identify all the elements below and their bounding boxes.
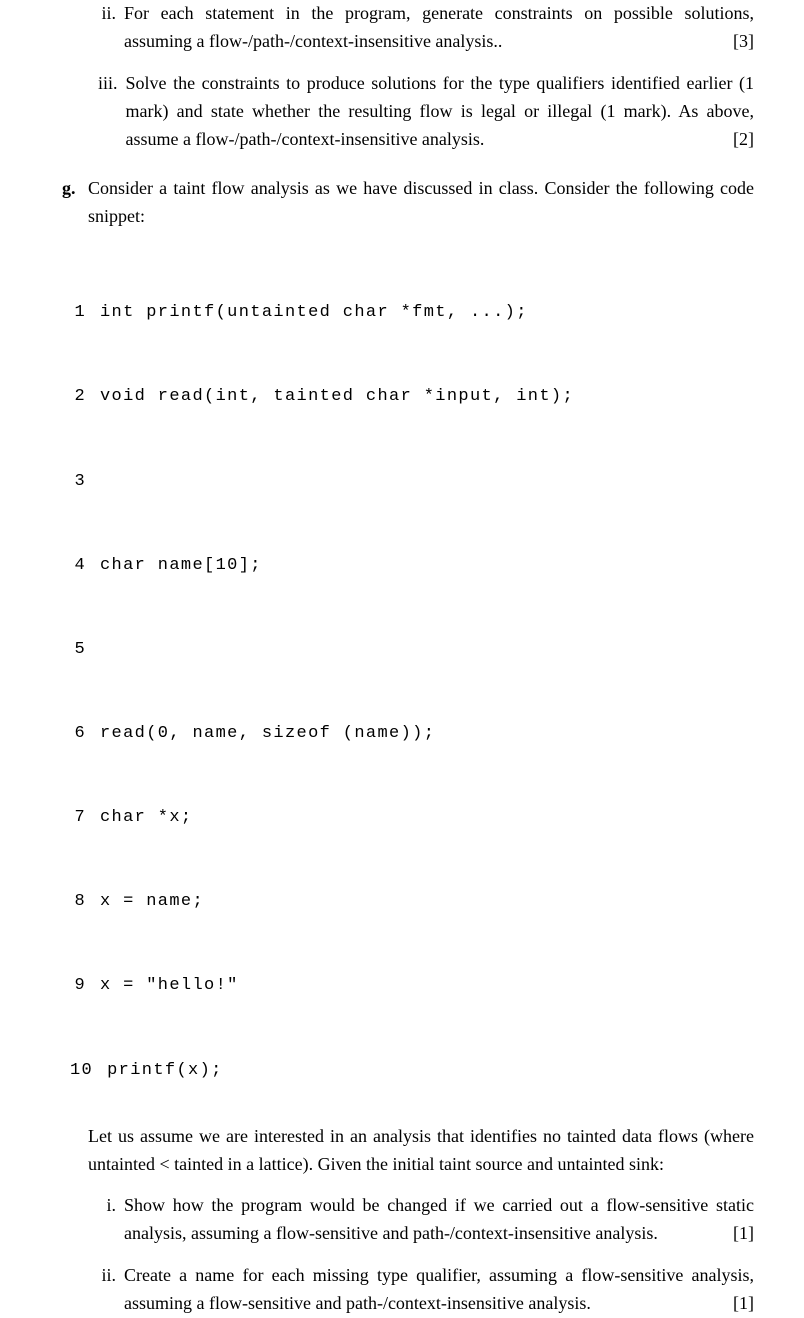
code-text: int printf(untainted char *fmt, ...); xyxy=(100,299,528,327)
item-iii-text: Solve the constraints to produce solutio… xyxy=(126,73,754,149)
code-text: printf(x); xyxy=(107,1057,223,1085)
item-g-intro: Consider a taint flow analysis as we hav… xyxy=(88,175,754,231)
item-g-intro-text: Consider a taint flow analysis as we hav… xyxy=(88,178,754,226)
code-line: 5 xyxy=(70,636,754,664)
item-g-i: i. Show how the program would be changed… xyxy=(98,1192,754,1248)
code-lineno: 4 xyxy=(70,552,100,580)
item-g-after: Let us assume we are interested in an an… xyxy=(88,1123,754,1179)
code-line: 2void read(int, tainted char *input, int… xyxy=(70,383,754,411)
item-ii: ii. For each statement in the program, g… xyxy=(98,0,754,56)
item-ii-content: For each statement in the program, gener… xyxy=(124,0,754,56)
item-g-ii-text: Create a name for each missing type qual… xyxy=(124,1265,754,1313)
code-lineno: 8 xyxy=(70,888,100,916)
item-g: g. Consider a taint flow analysis as we … xyxy=(62,175,754,231)
item-g-i-content: Show how the program would be changed if… xyxy=(124,1192,754,1248)
item-ii-text: For each statement in the program, gener… xyxy=(124,3,754,51)
item-iii-content: Solve the constraints to produce solutio… xyxy=(126,70,754,154)
code-text: void read(int, tainted char *input, int)… xyxy=(100,383,574,411)
code-line: 3 xyxy=(70,468,754,496)
item-g-ii: ii. Create a name for each missing type … xyxy=(98,1262,754,1318)
code-line: 9x = "hello!" xyxy=(70,972,754,1000)
item-ii-label: ii. xyxy=(98,0,124,56)
code-text: x = name; xyxy=(100,888,204,916)
code-line: 7char *x; xyxy=(70,804,754,832)
code-text: read(0, name, sizeof (name)); xyxy=(100,720,435,748)
item-g-ii-label: ii. xyxy=(98,1262,124,1318)
code-text: x = "hello!" xyxy=(100,972,239,1000)
code-lineno: 7 xyxy=(70,804,100,832)
code-line: 1int printf(untainted char *fmt, ...); xyxy=(70,299,754,327)
item-g-ii-marks: [1] xyxy=(733,1290,754,1318)
item-iii-marks: [2] xyxy=(733,126,754,154)
code-line: 8x = name; xyxy=(70,888,754,916)
code-text: char name[10]; xyxy=(100,552,262,580)
item-g-ii-content: Create a name for each missing type qual… xyxy=(124,1262,754,1318)
item-g-label: g. xyxy=(62,175,88,231)
item-g-i-label: i. xyxy=(98,1192,124,1248)
item-iii: iii. Solve the constraints to produce so… xyxy=(98,70,754,154)
item-g-i-marks: [1] xyxy=(733,1220,754,1248)
code-line: 6read(0, name, sizeof (name)); xyxy=(70,720,754,748)
code-lineno: 1 xyxy=(70,299,100,327)
item-ii-marks: [3] xyxy=(733,28,754,56)
code-lineno: 10 xyxy=(70,1057,107,1085)
code-lineno: 9 xyxy=(70,972,100,1000)
item-g-after-text: Let us assume we are interested in an an… xyxy=(88,1126,754,1174)
code-lineno: 3 xyxy=(70,468,100,496)
code-text: char *x; xyxy=(100,804,193,832)
code-lineno: 6 xyxy=(70,720,100,748)
item-iii-label: iii. xyxy=(98,70,126,154)
code-lineno: 2 xyxy=(70,383,100,411)
code-block: 1int printf(untainted char *fmt, ...); 2… xyxy=(70,243,754,1112)
code-line: 10printf(x); xyxy=(70,1057,754,1085)
item-g-i-text: Show how the program would be changed if… xyxy=(124,1195,754,1243)
code-lineno: 5 xyxy=(70,636,100,664)
code-line: 4char name[10]; xyxy=(70,552,754,580)
